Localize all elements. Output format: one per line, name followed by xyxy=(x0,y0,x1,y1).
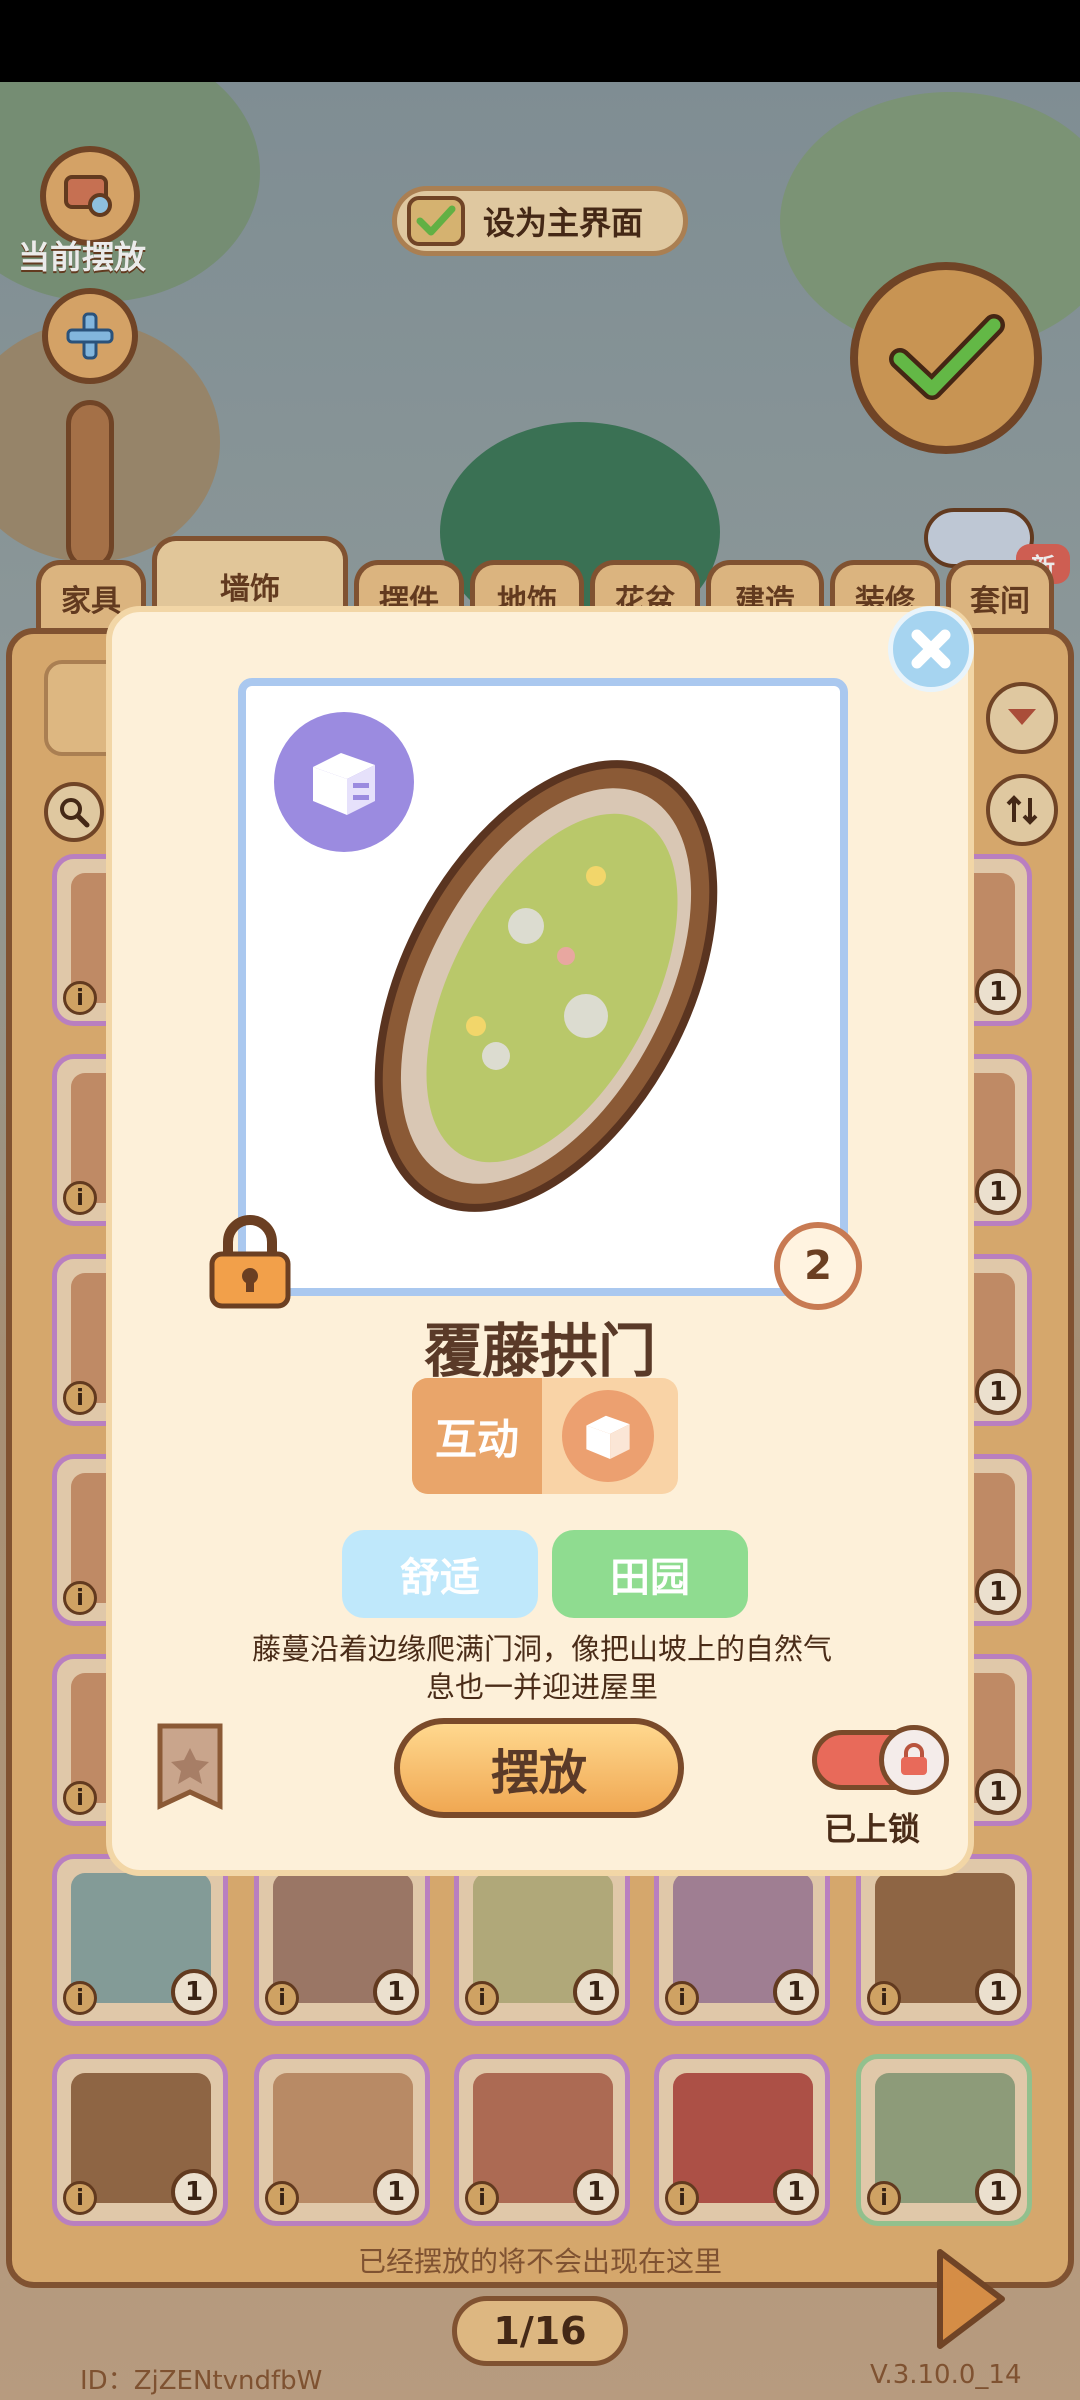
lock-toggle-knob xyxy=(879,1725,949,1795)
item-description: 藤蔓沿着边缘爬满门洞，像把山坡上的自然气息也一并迎进屋里 xyxy=(251,1632,832,1704)
owned-count-badge: 2 xyxy=(774,1222,862,1310)
item-name: 覆藤拱门 xyxy=(423,1317,656,1385)
lock-label: 已上锁 xyxy=(824,1810,921,1848)
cabinet-icon xyxy=(562,1390,654,1482)
item-image-frame: 2 xyxy=(238,678,862,1310)
tag-pastoral: 田园 xyxy=(552,1530,748,1618)
lock-toggle[interactable] xyxy=(812,1725,949,1795)
place-button[interactable]: 摆放 xyxy=(394,1718,684,1818)
lock-icon xyxy=(901,1743,927,1775)
interact-label: 互动 xyxy=(412,1378,542,1494)
interact-tag: 互动 xyxy=(412,1378,678,1494)
lock-icon xyxy=(202,1212,298,1312)
close-button[interactable] xyxy=(888,606,974,692)
item-detail-dialog: 2 覆藤拱门 互动 舒适 田园 藤蔓沿着边缘爬满门洞，像把山坡上的自然气息也一并… xyxy=(106,606,974,1876)
close-icon xyxy=(911,629,951,669)
bookmark-icon xyxy=(157,1723,223,1810)
vine-arch-image xyxy=(374,760,718,1212)
tag-comfort: 舒适 xyxy=(342,1530,538,1618)
bookmark-button[interactable] xyxy=(154,1722,226,1810)
